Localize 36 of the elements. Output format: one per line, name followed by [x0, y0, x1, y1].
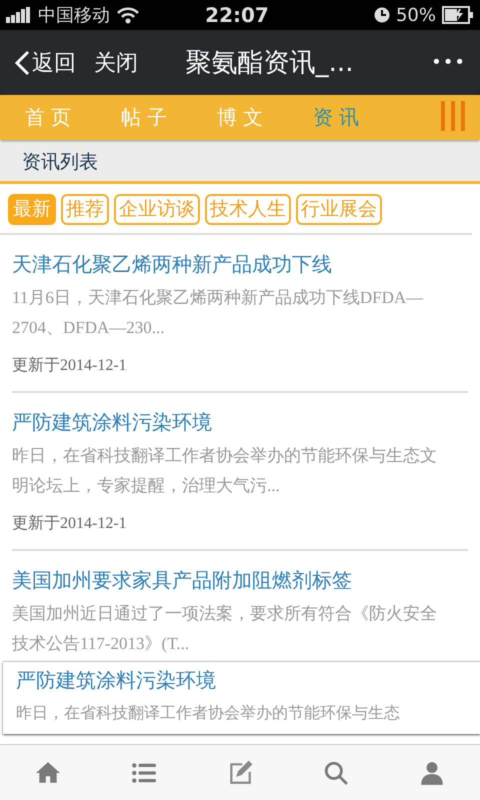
filter-chip[interactable]: 最新	[8, 194, 56, 225]
article-date: 更新于2014-12-1	[12, 356, 128, 376]
alarm-icon	[374, 7, 390, 23]
home-tab[interactable]	[35, 760, 61, 786]
nav-tab[interactable]: 首 页	[0, 95, 96, 140]
filter-chip[interactable]: 行业展会	[296, 194, 382, 225]
back-button[interactable]: 返回	[14, 48, 76, 78]
nav-tab[interactable]: 资 讯	[288, 95, 384, 140]
article-summary: 美国加州近日通过了一项法案，要求所有符合《防火安全技术公告117-2013》(T...	[12, 603, 438, 655]
section-header: 资讯列表	[0, 143, 480, 184]
carrier-name: 中国移动	[38, 4, 110, 27]
search-tab[interactable]	[323, 760, 349, 786]
close-button[interactable]: 关闭	[94, 48, 138, 78]
clock-time: 22:07	[204, 3, 270, 27]
battery-percent: 50%	[396, 4, 436, 26]
article-title[interactable]: 严防建筑涂料污染环境	[16, 662, 470, 698]
page-title: 聚氨酯资讯_...	[184, 47, 354, 80]
chevron-left-icon	[14, 50, 30, 76]
article-title[interactable]: 美国加州要求家具产品附加阻燃剂标签	[12, 565, 468, 595]
article-date: 更新于2014-12-1	[12, 514, 128, 534]
more-button[interactable]: •••	[431, 52, 466, 73]
filter-chip[interactable]: 企业访谈	[114, 194, 200, 225]
user-tab[interactable]	[419, 760, 445, 786]
article-title[interactable]: 严防建筑涂料污染环境	[12, 407, 468, 437]
nav-tab[interactable]: 帖 子	[96, 95, 192, 140]
filter-chip[interactable]: 技术人生	[205, 194, 291, 225]
article-summary: 11月6日，天津石化聚乙烯两种新产品成功下线DFDA—2704、DFDA—230...	[12, 287, 424, 339]
signal-icon	[6, 7, 32, 23]
article-summary: 昨日，在省科技翻译工作者协会举办的节能环保与生态	[16, 702, 401, 724]
nav-tab[interactable]: 博 文	[192, 95, 288, 140]
article-summary: 昨日，在省科技翻译工作者协会举办的节能环保与生态文明论坛上，专家提醒，治理大气污...	[12, 445, 438, 497]
article-title[interactable]: 天津石化聚乙烯两种新产品成功下线	[12, 249, 468, 279]
battery-icon	[442, 6, 474, 24]
filter-chip[interactable]: 推荐	[61, 194, 109, 225]
article-card[interactable]: 严防建筑涂料污染环境 昨日，在省科技翻译工作者协会举办的节能环保与生态	[3, 661, 480, 734]
wifi-icon	[116, 6, 140, 24]
